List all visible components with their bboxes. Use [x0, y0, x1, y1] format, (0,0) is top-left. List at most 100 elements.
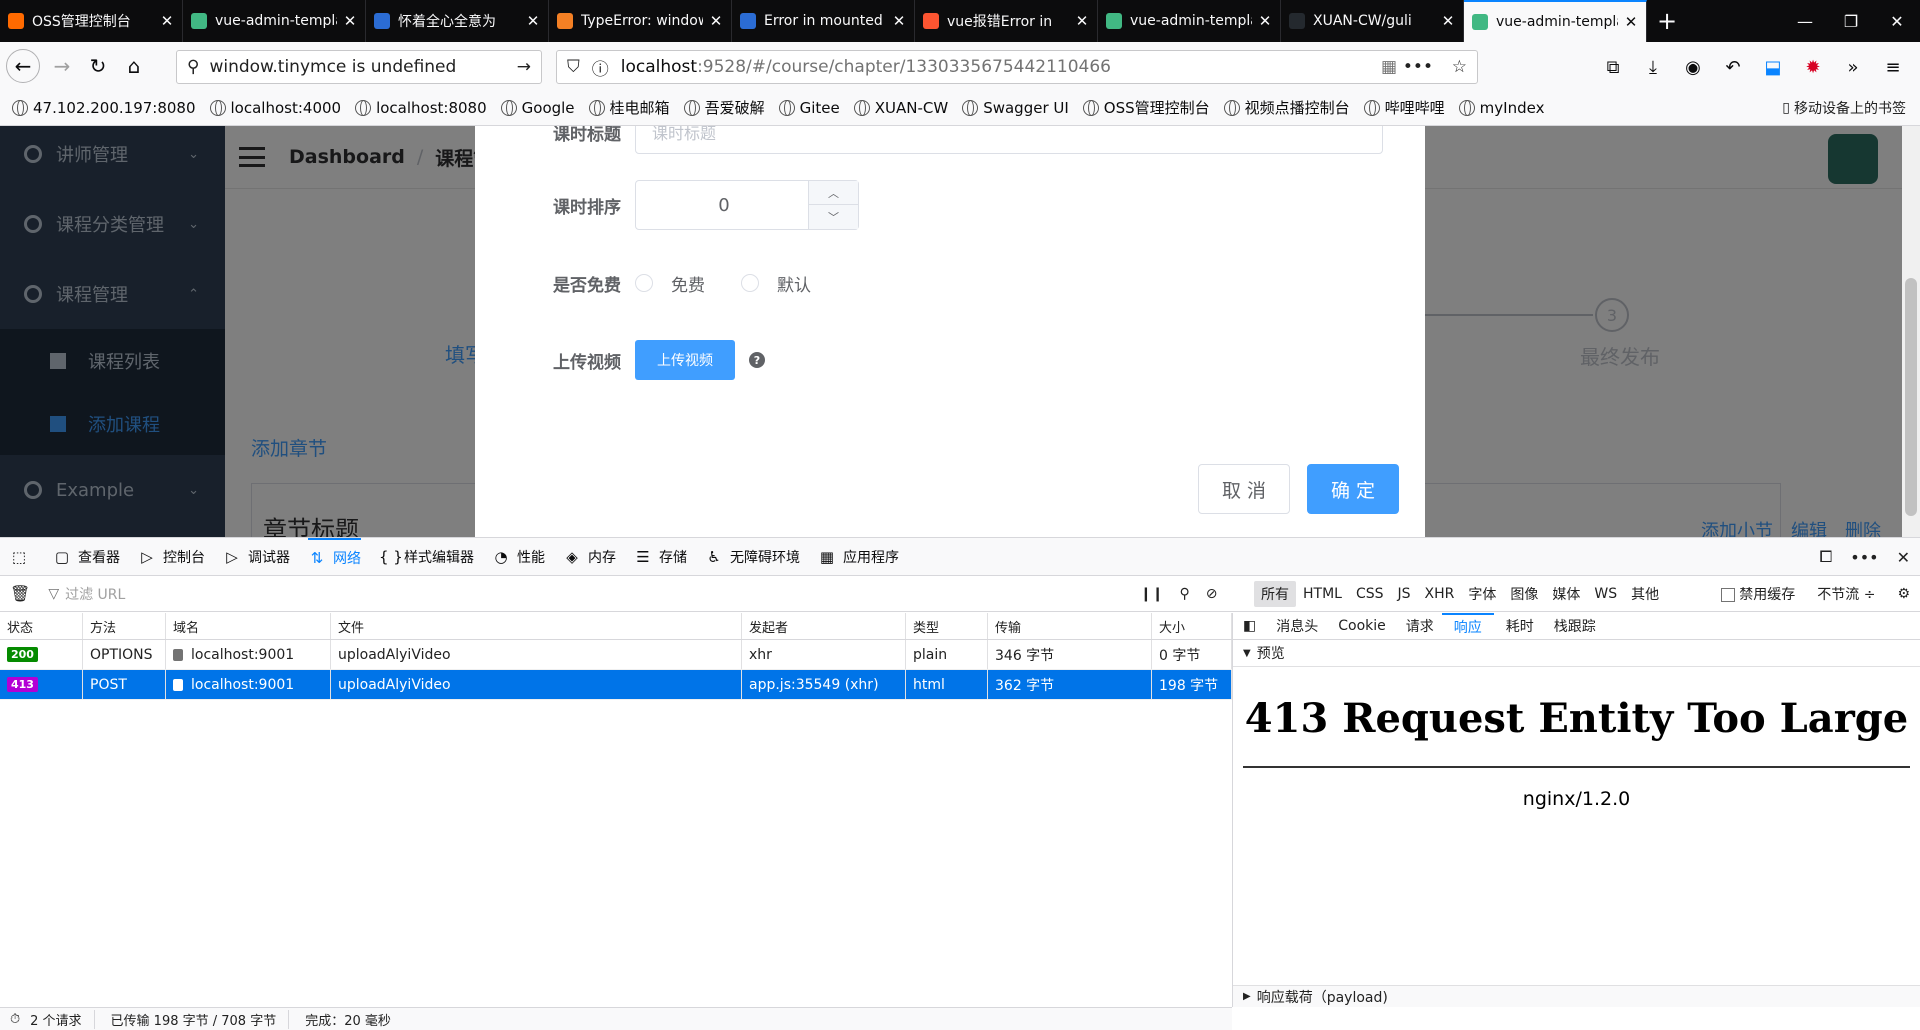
- browser-tab[interactable]: 怀着全心全意为 ✕: [366, 0, 549, 42]
- bookmark-item[interactable]: localhost:8080: [355, 99, 487, 117]
- payload-section-header[interactable]: ▶ 响应载荷（payload): [1233, 985, 1920, 1007]
- browser-tab[interactable]: vue报错Error in ✕: [915, 0, 1098, 42]
- devtools-tab-application[interactable]: ▦ 应用程序: [818, 538, 899, 576]
- type-filter-button[interactable]: 所有: [1254, 581, 1296, 607]
- stepper-down-icon[interactable]: ﹀: [809, 205, 858, 229]
- column-header[interactable]: 传输: [988, 613, 1152, 639]
- close-icon[interactable]: ✕: [1075, 12, 1089, 30]
- close-icon[interactable]: ✕: [526, 12, 540, 30]
- type-filter-button[interactable]: 媒体: [1545, 581, 1587, 607]
- close-icon[interactable]: ✕: [160, 12, 174, 30]
- question-icon[interactable]: ?: [749, 352, 765, 368]
- type-filter-button[interactable]: HTML: [1296, 583, 1349, 605]
- free-radio[interactable]: 免费: [635, 271, 705, 296]
- stepper-up-icon[interactable]: ︿: [809, 181, 858, 205]
- toggle-panel-icon[interactable]: ◧: [1243, 613, 1256, 640]
- devtools-tab-debugger[interactable]: ▷ 调试器: [223, 538, 290, 576]
- go-arrow-icon[interactable]: →: [517, 57, 531, 77]
- download-icon[interactable]: ⤓: [1636, 50, 1670, 84]
- page-scrollbar[interactable]: [1902, 126, 1920, 537]
- mobile-bookmarks[interactable]: ▯ 移动设备上的书签: [1782, 90, 1906, 126]
- picker-icon[interactable]: ⬚: [10, 538, 35, 576]
- devtools-tab-network[interactable]: ⇅ 网络: [308, 537, 361, 576]
- devtools-tab-performance[interactable]: ◔ 性能: [492, 538, 545, 576]
- bookmark-item[interactable]: Gitee: [778, 99, 840, 117]
- devtools-tab-style-editor[interactable]: { } 样式编辑器: [379, 538, 474, 576]
- scrollbar-thumb[interactable]: [1905, 278, 1917, 516]
- more-icon[interactable]: •••: [1403, 57, 1433, 77]
- new-tab-icon[interactable]: +: [1647, 0, 1687, 42]
- page-info-icon[interactable]: ⓘ: [592, 55, 609, 80]
- search-input[interactable]: ⚲ window.tinymce is undefined →: [176, 50, 542, 84]
- details-tab[interactable]: 消息头: [1276, 613, 1318, 640]
- back-icon[interactable]: ←: [6, 49, 40, 83]
- block-icon[interactable]: ⊘: [1206, 586, 1218, 602]
- devtools-tab-console[interactable]: ▷ 控制台: [138, 538, 205, 576]
- minimize-icon[interactable]: —: [1782, 0, 1828, 42]
- browser-tab[interactable]: vue-admin-template ✕: [1464, 0, 1647, 42]
- bookmark-item[interactable]: localhost:4000: [209, 99, 341, 117]
- close-icon[interactable]: ✕: [1624, 13, 1638, 31]
- trash-icon[interactable]: 🗑: [10, 584, 30, 603]
- confirm-button[interactable]: 确 定: [1307, 464, 1399, 514]
- close-icon[interactable]: ✕: [343, 12, 357, 30]
- bookmark-item[interactable]: 47.102.200.197:8080: [12, 99, 196, 117]
- shield-icon[interactable]: ⛉: [567, 57, 580, 77]
- qrcode-icon[interactable]: ▦: [1381, 57, 1397, 77]
- settings-gear-icon[interactable]: ⚙: [1897, 586, 1910, 602]
- default-radio[interactable]: 默认: [741, 271, 811, 296]
- extension-icon[interactable]: ◉: [1676, 50, 1710, 84]
- column-header[interactable]: 文件: [331, 613, 742, 639]
- sort-stepper[interactable]: 0 ︿ ﹀: [635, 180, 859, 230]
- pause-icon[interactable]: ❙❙: [1140, 586, 1163, 602]
- close-icon[interactable]: ✕: [1441, 12, 1455, 30]
- devtools-tab-memory[interactable]: ◈ 内存: [563, 538, 616, 576]
- type-filter-button[interactable]: 图像: [1503, 581, 1545, 607]
- bookmark-item[interactable]: OSS管理控制台: [1082, 97, 1210, 118]
- title-input[interactable]: 课时标题: [635, 126, 1383, 154]
- devtools-tab-inspector[interactable]: ▢ 查看器: [53, 538, 120, 576]
- close-icon[interactable]: ✕: [892, 12, 906, 30]
- bookmark-item[interactable]: 桂电邮箱: [588, 97, 670, 118]
- type-filter-button[interactable]: JS: [1391, 583, 1418, 605]
- table-row[interactable]: 200 OPTIONS localhost:9001 uploadAlyiVideo x…: [0, 640, 1232, 670]
- table-row[interactable]: 413 POST localhost:9001 uploadAlyiVideo app.…: [0, 670, 1232, 700]
- devtools-tab-accessibility[interactable]: ♿ 无障碍环境: [705, 538, 800, 576]
- details-tab[interactable]: Cookie: [1338, 613, 1386, 640]
- upload-video-button[interactable]: 上传视频: [635, 340, 735, 380]
- browser-tab[interactable]: TypeError: window ✕: [549, 0, 732, 42]
- browser-tab[interactable]: Error in mounted ✕: [732, 0, 915, 42]
- bookmark-star-icon[interactable]: ☆: [1452, 57, 1467, 77]
- column-header[interactable]: 方法: [83, 613, 166, 639]
- details-tab[interactable]: 栈跟踪: [1554, 613, 1596, 640]
- cancel-button[interactable]: 取 消: [1198, 464, 1290, 514]
- bookmark-item[interactable]: 视频点播控制台: [1223, 97, 1350, 118]
- restore-icon[interactable]: ❐: [1828, 0, 1874, 42]
- devtools-menu-icon[interactable]: •••: [1850, 548, 1878, 567]
- translate-icon[interactable]: ⬓: [1756, 50, 1790, 84]
- search-icon[interactable]: ⚲: [1179, 586, 1189, 602]
- browser-tab[interactable]: XUAN-CW/guli ✕: [1281, 0, 1464, 42]
- bookmark-item[interactable]: XUAN-CW: [853, 99, 948, 117]
- type-filter-button[interactable]: CSS: [1349, 583, 1391, 605]
- type-filter-button[interactable]: WS: [1587, 583, 1624, 605]
- close-icon[interactable]: ✕: [1258, 12, 1272, 30]
- addon-icon[interactable]: ✹: [1796, 50, 1830, 84]
- url-bar[interactable]: ⛉ ⓘ localhost:9528/#/course/chapter/1330…: [556, 50, 1478, 84]
- filter-url-input[interactable]: 过滤 URL: [65, 584, 125, 604]
- column-header[interactable]: 大小: [1152, 613, 1232, 639]
- type-filter-button[interactable]: 字体: [1461, 581, 1503, 607]
- close-devtools-icon[interactable]: ✕: [1897, 548, 1910, 567]
- column-header[interactable]: 状态: [0, 613, 83, 639]
- browser-tab[interactable]: vue-admin-template ✕: [1098, 0, 1281, 42]
- bookmark-item[interactable]: Swagger UI: [962, 99, 1069, 117]
- undo-icon[interactable]: ↶: [1716, 50, 1750, 84]
- bookmark-item[interactable]: Google: [500, 99, 575, 117]
- reload-icon[interactable]: ↻: [80, 48, 116, 84]
- details-tab[interactable]: 请求: [1406, 613, 1434, 640]
- bookmark-item[interactable]: 哔哩哔哩: [1363, 97, 1445, 118]
- column-header[interactable]: 类型: [906, 613, 988, 639]
- library-icon[interactable]: ⧉: [1596, 50, 1630, 84]
- disable-cache-checkbox[interactable]: 禁用缓存: [1721, 584, 1795, 604]
- type-filter-button[interactable]: 其他: [1624, 581, 1666, 607]
